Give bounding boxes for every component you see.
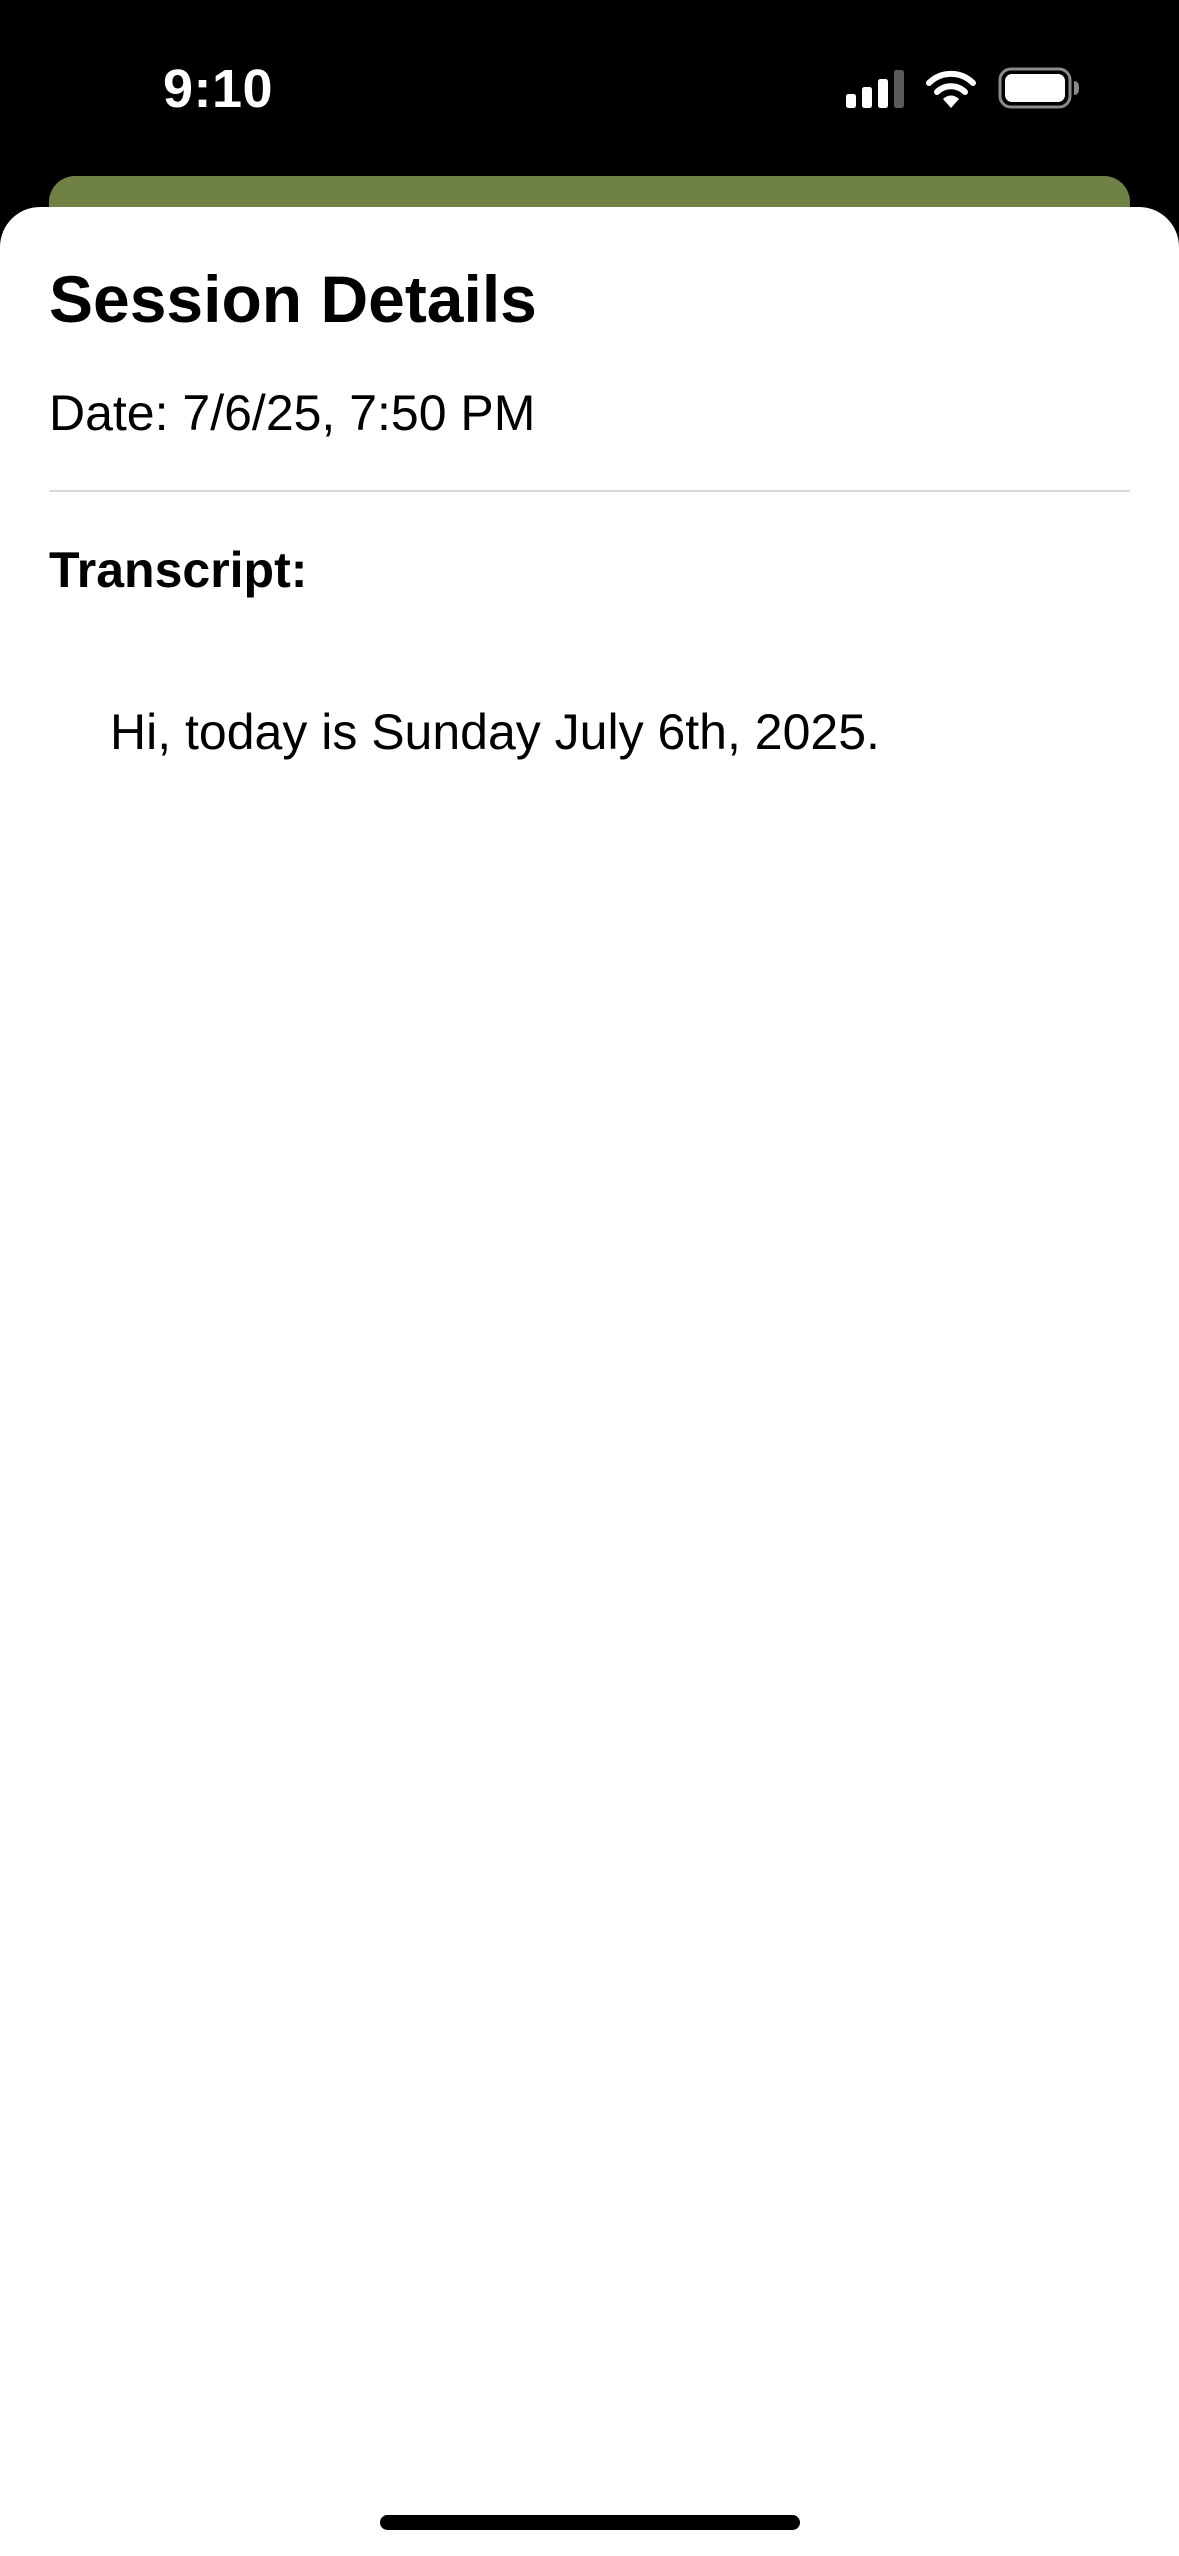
battery-icon bbox=[998, 67, 1079, 109]
date-label: Date: bbox=[49, 385, 169, 441]
wifi-icon bbox=[926, 70, 976, 108]
session-date: Date: 7/6/25, 7:50 PM bbox=[49, 382, 535, 444]
home-indicator[interactable] bbox=[380, 2515, 800, 2530]
session-details-sheet: Session Details Date: 7/6/25, 7:50 PM Tr… bbox=[0, 207, 1179, 2556]
status-bar: 9:10 bbox=[0, 0, 1179, 170]
divider bbox=[49, 490, 1130, 492]
page-title: Session Details bbox=[49, 262, 537, 336]
transcript-text: Hi, today is Sunday July 6th, 2025. bbox=[110, 704, 880, 760]
transcript-label: Transcript: bbox=[49, 542, 308, 598]
signal-icon bbox=[846, 70, 904, 108]
status-time: 9:10 bbox=[163, 59, 274, 119]
date-value: 7/6/25, 7:50 PM bbox=[182, 385, 536, 441]
